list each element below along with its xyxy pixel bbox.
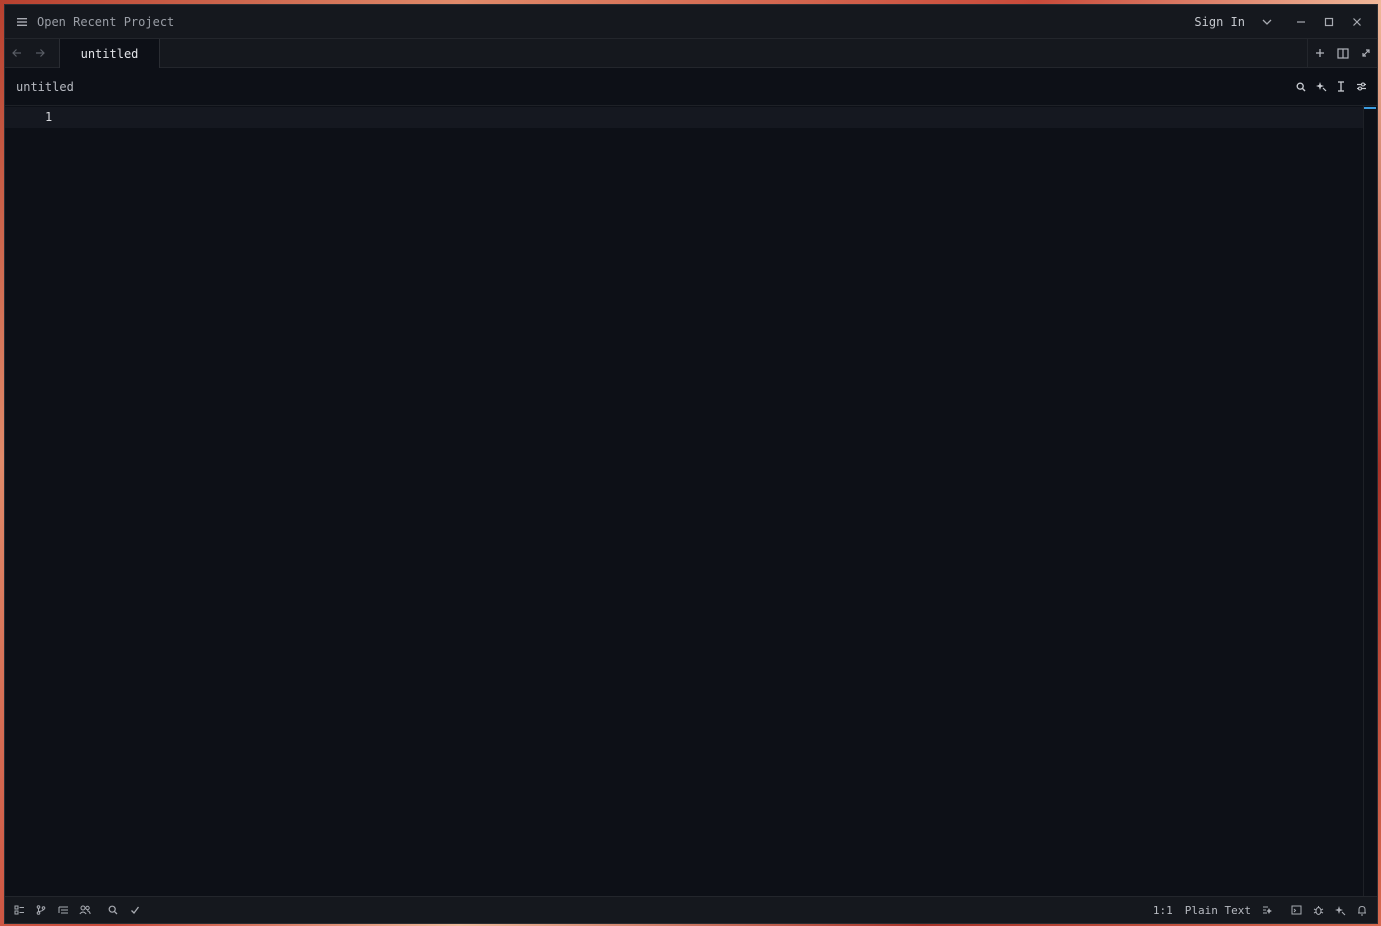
search-icon[interactable]: [1291, 77, 1311, 97]
breadcrumb-bar: untitled: [5, 68, 1377, 106]
inline-completion-icon[interactable]: [1257, 899, 1279, 921]
minimize-icon[interactable]: [1287, 5, 1315, 39]
tab-untitled[interactable]: untitled: [59, 39, 160, 68]
arrow-left-icon[interactable]: [5, 39, 28, 67]
maximize-icon[interactable]: [1315, 5, 1343, 39]
open-recent-project-button[interactable]: Open Recent Project: [37, 15, 174, 29]
text-cursor-icon[interactable]: [1331, 77, 1351, 97]
cursor-position[interactable]: 1:1: [1153, 904, 1173, 917]
breadcrumb[interactable]: untitled: [16, 80, 74, 94]
chevron-down-icon[interactable]: [1253, 5, 1281, 39]
bell-icon[interactable]: [1351, 899, 1373, 921]
language-selector[interactable]: Plain Text: [1185, 904, 1251, 917]
project-panel-icon[interactable]: [8, 899, 30, 921]
active-line-highlight: [5, 107, 1363, 128]
line-number: 1: [45, 110, 53, 124]
search-icon[interactable]: [102, 899, 124, 921]
scrollbar-thumb[interactable]: [1364, 107, 1376, 109]
hamburger-icon[interactable]: [5, 5, 39, 39]
arrow-right-icon[interactable]: [28, 39, 51, 67]
editor-window: Open Recent Project Sign In untitled unt…: [4, 4, 1378, 924]
terminal-icon[interactable]: [1285, 899, 1307, 921]
status-bar: 1:1 Plain Text: [5, 896, 1377, 923]
diagnostics-check-icon[interactable]: [124, 899, 146, 921]
close-icon[interactable]: [1343, 5, 1371, 39]
tab-bar: untitled: [5, 39, 1377, 68]
sparkle-icon[interactable]: [1311, 77, 1331, 97]
debug-icon[interactable]: [1307, 899, 1329, 921]
split-pane-icon[interactable]: [1331, 39, 1354, 67]
sign-in-button[interactable]: Sign In: [1194, 15, 1245, 29]
sliders-icon[interactable]: [1351, 77, 1371, 97]
outline-icon[interactable]: [52, 899, 74, 921]
git-branch-icon[interactable]: [30, 899, 52, 921]
title-bar: Open Recent Project Sign In: [5, 5, 1377, 39]
plus-icon[interactable]: [1308, 39, 1331, 67]
tab-label: untitled: [80, 46, 139, 61]
assistant-icon[interactable]: [1329, 899, 1351, 921]
collaborators-icon[interactable]: [74, 899, 96, 921]
editor-area[interactable]: 1: [5, 106, 1363, 896]
vertical-scrollbar[interactable]: [1363, 106, 1377, 896]
expand-icon[interactable]: [1354, 39, 1377, 67]
